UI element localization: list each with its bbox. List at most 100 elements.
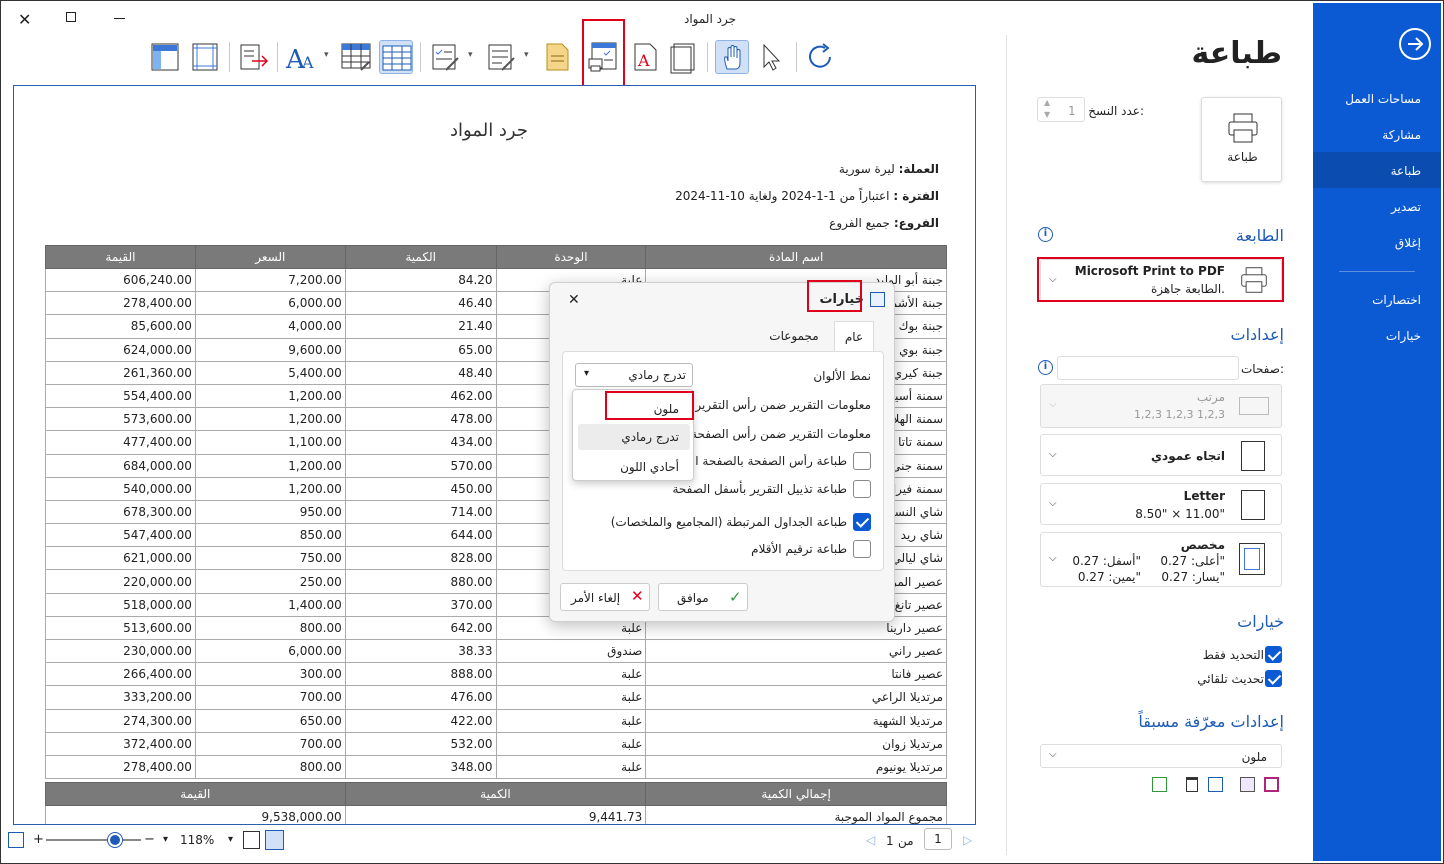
info-icon[interactable]: i: [1038, 360, 1053, 375]
two-page-icon[interactable]: [265, 830, 284, 850]
print-options-icon[interactable]: [586, 40, 620, 74]
font-icon[interactable]: AA: [284, 40, 318, 75]
cell-qty: 476.00: [344, 685, 497, 710]
sidebar-item-workspaces[interactable]: مساحات العمل: [1345, 92, 1421, 106]
margins-icon[interactable]: [188, 40, 222, 74]
copies-spinner[interactable]: 1 ▲ ▼: [1037, 97, 1085, 122]
page-current-input[interactable]: 1: [924, 828, 952, 850]
opt-selection-checkbox[interactable]: [1265, 646, 1282, 663]
back-arrow-icon[interactable]: [1399, 28, 1431, 60]
minimize-icon[interactable]: [114, 18, 125, 19]
delete-preset-icon[interactable]: [1186, 777, 1198, 792]
margins-select[interactable]: ⌵ مخصص أعلى: 0.27" أسفل: 0.27" يسار: 0.2…: [1040, 532, 1282, 587]
chevron-down-icon[interactable]: ▾: [324, 50, 329, 60]
refresh-icon[interactable]: [803, 40, 837, 74]
pages-input[interactable]: [1057, 356, 1239, 380]
dialog-close-icon[interactable]: ✕: [568, 292, 580, 308]
options-dialog[interactable]: ✕ خيارات عام مجموعات نمط الألوان ▾ تدرج …: [549, 282, 895, 622]
pdf-icon[interactable]: A: [628, 40, 662, 74]
single-page-icon[interactable]: [243, 831, 260, 849]
chevron-down-icon[interactable]: ▾: [163, 834, 168, 845]
cell-price: 800.00: [194, 754, 346, 780]
cell-value: 274,300.00: [45, 708, 196, 733]
option-grayscale[interactable]: تدرج رمادي: [621, 430, 679, 444]
row-page-header: معلومات التقرير ضمن رأس الصفحة: [691, 427, 871, 441]
table-style-icon[interactable]: [339, 40, 373, 74]
collate-select[interactable]: ⌵ مرتب 1,2,3 1,2,3 1,2,3: [1040, 384, 1282, 428]
spin-up-icon[interactable]: ▲: [1044, 98, 1050, 107]
prev-page-icon[interactable]: ◁: [866, 833, 875, 847]
close-icon[interactable]: ✕: [18, 10, 31, 29]
opt-numbering-checkbox[interactable]: [853, 540, 871, 558]
restore-icon[interactable]: [66, 12, 76, 22]
cell-price: 1,200.00: [194, 407, 346, 432]
spin-down-icon[interactable]: ▼: [1044, 110, 1050, 119]
pointer-icon[interactable]: [754, 40, 788, 74]
copy-preset-icon[interactable]: [1208, 777, 1223, 792]
table-row: 333,200.00 700.00 476.00 علبة مرتديلا الراعي: [45, 685, 947, 710]
page-header-icon[interactable]: [148, 40, 182, 74]
hand-tool-icon[interactable]: [715, 40, 749, 74]
opt-header-first-checkbox[interactable]: [853, 452, 871, 470]
opt-selection-label: التحديد فقط: [1202, 648, 1264, 662]
cell-value: 518,000.00: [45, 592, 196, 617]
table-row: 266,400.00 300.00 888.00 علبة عصير فانتا: [45, 662, 947, 687]
page-icon[interactable]: [666, 40, 700, 74]
cancel-button[interactable]: ✕ إلغاء الأمر: [560, 583, 650, 611]
chevron-down-icon[interactable]: ▾: [228, 834, 233, 845]
export-page-icon[interactable]: [236, 40, 270, 74]
cell-value: 547,400.00: [45, 523, 196, 548]
edit-report-icon[interactable]: [428, 40, 462, 74]
fit-page-icon[interactable]: [8, 832, 24, 848]
ok-button[interactable]: ✓ موافق: [658, 583, 748, 611]
color-mode-select[interactable]: ▾ تدرج رمادي: [575, 363, 693, 387]
zoom-in-icon[interactable]: +: [33, 832, 44, 847]
opt-autoupdate-label: تحديث تلقائي: [1197, 672, 1264, 686]
gridlines-icon[interactable]: [379, 40, 413, 74]
chevron-down-icon[interactable]: ▾: [524, 50, 529, 60]
edit-preset-icon[interactable]: [1240, 777, 1255, 792]
opt-autoupdate-checkbox[interactable]: [1265, 670, 1282, 687]
chevron-down-icon: ⌵: [1049, 449, 1057, 460]
cell-qty: 46.40: [344, 291, 497, 316]
cell-qty: 532.00: [344, 731, 497, 756]
check-icon: ✓: [729, 588, 742, 606]
chevron-down-icon[interactable]: ▾: [468, 50, 473, 60]
sidebar-item-print[interactable]: طباعة: [1391, 164, 1421, 178]
save-preset-icon[interactable]: [1264, 777, 1279, 792]
col-value: القيمة: [45, 245, 196, 269]
paper-select[interactable]: ⌵ Letter 8.50" × 11.00": [1040, 483, 1282, 525]
sidebar-item-shortcuts[interactable]: اختصارات: [1372, 293, 1421, 307]
zoom-level[interactable]: 118%: [180, 833, 214, 847]
sidebar-item-options[interactable]: خيارات: [1386, 329, 1421, 343]
orientation-select[interactable]: ⌵ اتجاه عمودي: [1040, 434, 1282, 476]
col-name: اسم المادة: [645, 245, 947, 269]
zoom-thumb[interactable]: [108, 833, 122, 847]
table-row: 372,400.00 700.00 532.00 علبة مرتديلا زوان: [45, 731, 947, 756]
next-page-icon[interactable]: ▷: [963, 833, 972, 847]
cell-qty: 450.00: [344, 476, 497, 501]
option-mono[interactable]: أحادي اللون: [620, 460, 679, 474]
document-icon[interactable]: [540, 40, 574, 74]
info-icon[interactable]: i: [1038, 227, 1053, 242]
opt-footer-checkbox[interactable]: [853, 480, 871, 498]
option-color[interactable]: ملون: [654, 402, 679, 416]
printer-select[interactable]: ⌵ Microsoft Print to PDF الطابعة جاهزة.: [1040, 259, 1282, 301]
cell-name: عصير راني: [645, 638, 947, 664]
zoom-slider[interactable]: [46, 839, 141, 841]
import-preset-icon[interactable]: [1152, 777, 1167, 792]
svg-text:A: A: [637, 51, 650, 70]
tab-groups[interactable]: مجموعات: [764, 321, 824, 353]
print-button[interactable]: طباعة: [1201, 97, 1282, 182]
edit-columns-icon[interactable]: [484, 40, 518, 74]
color-mode-value: تدرج رمادي: [628, 368, 686, 382]
sidebar-item-export[interactable]: تصدير: [1391, 200, 1421, 214]
tab-general[interactable]: عام: [834, 321, 874, 353]
zoom-out-icon[interactable]: −: [144, 832, 155, 847]
sidebar-item-share[interactable]: مشاركة: [1382, 128, 1421, 142]
preset-select[interactable]: ⌵ ملون: [1040, 744, 1282, 768]
cell-qty: 65.00: [344, 337, 497, 362]
opt-linked-checkbox[interactable]: [853, 513, 871, 531]
sidebar-item-close[interactable]: إغلاق: [1395, 236, 1421, 250]
color-mode-dropdown[interactable]: ملون تدرج رمادي أحادي اللون: [572, 389, 694, 481]
